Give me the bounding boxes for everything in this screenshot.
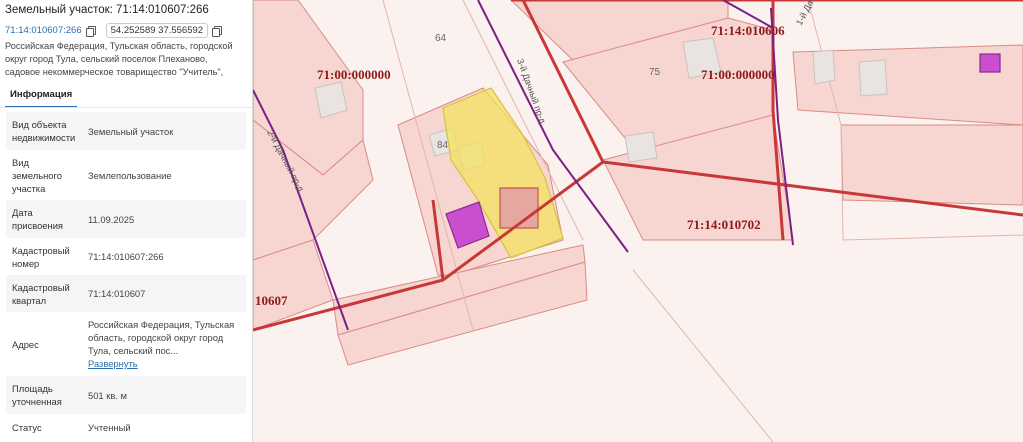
copy-icon[interactable] [85, 25, 96, 37]
table-row: Адрес Российская Федерация, Тульская обл… [6, 312, 246, 376]
property-label: Кадастровый квартал [6, 275, 82, 312]
table-row: Статус Учтенный [6, 414, 246, 440]
property-value: Землепользование [88, 169, 172, 181]
info-panel: Земельный участок: 71:14:010607:266 71:1… [0, 0, 253, 442]
property-value: 71:14:010607 [82, 275, 246, 312]
cadastral-number-link[interactable]: 71:14:010607:266 [5, 25, 82, 36]
address-summary: Российская Федерация, Тульская область, … [5, 41, 233, 77]
table-row: Кадастровый номер 71:14:010607:266 [6, 238, 246, 275]
building-highlight [979, 53, 1001, 73]
building-outline [858, 59, 888, 97]
table-row: Дата присвоения 11.09.2025 [6, 200, 246, 238]
parcel-shape[interactable] [840, 124, 1023, 206]
parcel-number: 75 [649, 67, 661, 78]
quarter-label: 10607 [255, 293, 288, 308]
tab-divider [0, 107, 252, 108]
property-label: Кадастровый номер [12, 244, 70, 269]
property-value: Российская Федерация, Тульская область, … [82, 312, 246, 376]
property-label: Адрес [12, 338, 39, 350]
id-row: 71:14:010607:266 54.252589 37.556592 [5, 23, 223, 38]
property-label: Дата присвоения [6, 200, 82, 238]
quarter-label: 71:14:010702 [687, 217, 761, 232]
map-canvas[interactable]: 71:14:010606 71:00:000000 71:00:000000 7… [253, 0, 1023, 442]
parcel-number: 84 [437, 140, 449, 151]
property-value: 71:14:010607:266 [88, 251, 164, 262]
panel-title: Земельный участок: 71:14:010607:266 [5, 4, 209, 16]
quarter-label: 71:14:010606 [711, 23, 785, 38]
property-label: Статус [12, 421, 42, 433]
property-value: 501 кв. м [82, 376, 246, 414]
coordinates-badge[interactable]: 54.252589 37.556592 [105, 23, 209, 38]
property-value: Земельный участок [82, 112, 246, 150]
building-outline [624, 131, 658, 163]
property-label: Вид земельного участка [12, 156, 62, 194]
address-value: Российская Федерация, Тульская область, … [88, 319, 235, 356]
table-row: Кадастровый квартал 71:14:010607 [6, 275, 246, 312]
expand-link[interactable]: Развернуть [88, 357, 240, 370]
cadastral-map[interactable]: 71:14:010606 71:00:000000 71:00:000000 7… [253, 0, 1023, 442]
copy-coordinates-icon[interactable] [212, 25, 223, 37]
quarter-label: 71:00:000000 [701, 67, 775, 82]
property-value: Учтенный [88, 421, 131, 433]
tab-info[interactable]: Информация [5, 86, 78, 108]
parcel-number: 64 [435, 33, 447, 44]
building-shape [499, 187, 539, 229]
building-outline [812, 49, 836, 85]
property-label: Площадь уточненная [6, 376, 82, 414]
table-row: Вид объекта недвижимости Земельный участ… [6, 112, 246, 150]
properties-table: Вид объекта недвижимости Земельный участ… [6, 112, 246, 440]
property-label: Вид объекта недвижимости [6, 112, 82, 150]
table-row: Площадь уточненная 501 кв. м [6, 376, 246, 414]
quarter-label: 71:00:000000 [317, 67, 391, 82]
property-value: 11.09.2025 [82, 200, 246, 238]
table-row: Вид земельного участка Землепользование [6, 150, 246, 200]
